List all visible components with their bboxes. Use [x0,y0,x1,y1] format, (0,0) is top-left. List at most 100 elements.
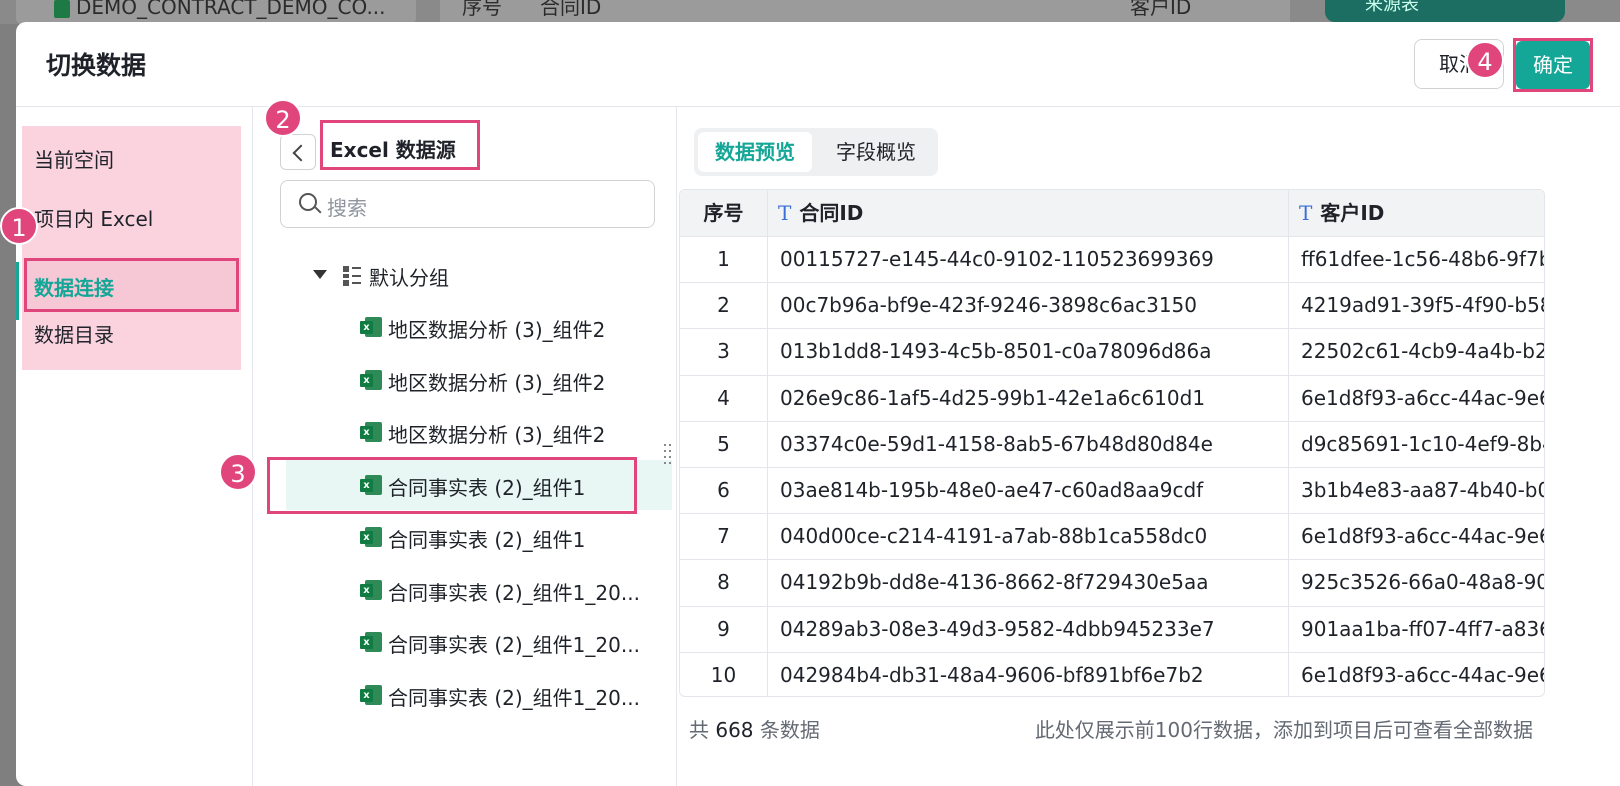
dialog-title: 切换数据 [46,51,147,80]
excel-file-icon: x [360,632,382,652]
tab-data-preview[interactable]: 数据预览 [698,132,812,172]
left-divider [252,107,253,786]
column-separator [1288,190,1289,696]
cell-contract-id: 040d00ce-c214-4191-a7ab-88b1ca558dc0 [780,524,1208,549]
excel-file-icon: x [360,579,382,600]
cell-index: 10 [710,662,737,687]
cell-contract-id: 00115727-e145-44c0-9102-110523699369 [780,247,1214,271]
excel-file-icon: x [360,422,382,442]
preview-note: 此处仅展示前100行数据，添加到项目后可查看全部数据 [1034,718,1533,742]
file-item-label: 地区数据分析 (3)_组件2 [388,318,606,342]
column-separator [767,190,768,696]
cell-customer-id: 4219ad91-39f5-4f90-b58 [1301,293,1545,318]
search-input[interactable]: 搜索 [280,180,655,228]
background-file-name: DEMO_CONTRACT_DEMO_CO... [76,0,386,19]
file-item[interactable]: x 合同事实表 (2)_组件1 [286,512,672,562]
nav-active-indicator [16,262,19,320]
table-row: 5 03374c0e-59d1-4158-8ab5-67b48d80d84e d9c… [680,420,1545,468]
cell-index: 8 [717,570,730,595]
caret-down-icon [313,270,327,279]
cell-customer-id: 901aa1ba-ff07-4ff7-a836 [1301,616,1545,641]
header-divider [16,106,1620,107]
excel-file-icon [54,0,70,18]
background-table-header: 序号 合同ID 客户ID [440,0,1290,24]
cell-customer-id: 6e1d8f93-a6cc-44ac-9e6 [1301,385,1545,410]
selected-file-highlight [267,457,637,514]
source-title: Excel 数据源 [330,138,456,162]
step-badge-3: 3 [219,453,257,491]
file-item-label: 合同事实表 (2)_组件1 [388,528,586,552]
column-header-index: 序号 [680,190,767,236]
confirm-button[interactable]: 确定 [1516,41,1590,89]
column-header-contract-id: T 合同ID [768,190,1288,236]
file-item[interactable]: x 地区数据分析 (3)_组件2 [286,355,672,405]
search-placeholder: 搜索 [327,196,367,220]
cell-index: 1 [717,247,730,271]
file-item[interactable]: x 合同事实表 (2)_组件1_20... [286,670,672,720]
file-item-label: 合同事实表 (2)_组件1_20... [388,633,640,657]
row-count: 共 668 条数据 [689,714,820,743]
background-file-tab: DEMO_CONTRACT_DEMO_CO... [16,0,416,24]
nav-item-data-connection-label: 数据连接 [34,276,114,300]
cell-index: 4 [717,385,730,410]
cell-customer-id: 3b1b4e83-aa87-4b40-b0 [1301,478,1545,502]
search-icon [299,193,317,211]
cell-index: 7 [717,524,730,549]
cell-customer-id: 925c3526-66a0-48a8-909 [1301,570,1545,595]
group-label: 默认分组 [369,266,449,290]
file-item[interactable]: x 合同事实表 (2)_组件1_20... [286,617,672,667]
table-row: 1 00115727-e145-44c0-9102-110523699369 ff6… [680,236,1545,283]
cell-contract-id: 013b1dd8-1493-4c5b-8501-c0a78096d86a [780,339,1212,364]
column-header-customer-id: T 客户ID [1289,190,1544,236]
file-item[interactable]: x 地区数据分析 (3)_组件2 [286,407,672,457]
background-col-contract: 合同ID [540,0,602,19]
excel-file-icon: x [360,684,382,705]
cell-index: 9 [717,616,730,641]
table-row: 4 026e9c86-1af5-4d25-99b1-42e1a6c610d1 6e1… [680,374,1545,422]
background-col-index: 序号 [462,0,502,19]
table-row: 10 042984b4-db31-48a4-9606-bf891bf6e7b2 6e… [680,651,1545,696]
cell-customer-id: 22502c61-4cb9-4a4b-b2 [1301,339,1545,364]
cell-contract-id: 03ae814b-195b-48e0-ae47-c60ad8aa9cdf [780,478,1204,502]
cell-index: 5 [717,431,730,456]
background-source-label: 来源表 [1365,0,1419,15]
cell-contract-id: 042984b4-db31-48a4-9606-bf891bf6e7b2 [780,662,1204,687]
table-row: 2 00c7b96a-bf9e-423f-9246-3898c6ac3150 421… [680,282,1545,329]
cell-contract-id: 03374c0e-59d1-4158-8ab5-67b48d80d84e [780,431,1213,456]
background-source-button: 来源表 [1325,0,1565,22]
file-item[interactable]: x 地区数据分析 (3)_组件2 [286,302,672,352]
row-count-prefix: 共 [689,718,709,742]
table-row: 7 040d00ce-c214-4191-a7ab-88b1ca558dc0 6e1… [680,513,1544,560]
preview-tabs: 数据预览 字段概览 [694,128,938,176]
background-strip: DEMO_CONTRACT_DEMO_CO... 序号 合同ID 客户ID 来源… [0,0,1620,24]
cell-customer-id: d9c85691-1c10-4ef9-8b4 [1301,431,1545,456]
column-header-contract-id-label: 合同ID [799,201,864,225]
cell-index: 3 [717,339,730,364]
tab-field-overview[interactable]: 字段概览 [818,132,934,172]
cell-contract-id: 04192b9b-dd8e-4136-8662-8f729430e5aa [780,570,1209,595]
text-type-icon: T [778,201,792,225]
group-list-icon [343,266,361,286]
row-count-suffix: 条数据 [759,718,820,742]
nav-item-project-excel[interactable]: 项目内 Excel [34,203,153,232]
cell-contract-id: 026e9c86-1af5-4d25-99b1-42e1a6c610d1 [780,385,1206,410]
cell-index: 6 [717,478,730,502]
excel-file-icon: x [360,369,382,390]
row-count-value: 668 [715,718,754,742]
nav-item-current-space[interactable]: 当前空间 [34,144,114,173]
cell-contract-id: 04289ab3-08e3-49d3-9582-4dbb945233e7 [780,616,1215,641]
file-item-label: 地区数据分析 (3)_组件2 [388,423,606,447]
file-item-label: 合同事实表 (2)_组件1_20... [388,580,640,605]
cell-customer-id: 6e1d8f93-a6cc-44ac-9e6 [1301,662,1545,687]
preview-table: 序号 T 合同ID T 客户ID 1 00115727-e145-44c0-9102-… [679,189,1545,697]
back-button[interactable] [280,134,316,170]
nav-item-data-catalog[interactable]: 数据目录 [34,319,114,348]
middle-divider [676,107,677,786]
column-header-customer-id-label: 客户ID [1320,201,1385,225]
file-item[interactable]: x 合同事实表 (2)_组件1_20... [286,565,672,615]
resize-handle[interactable] [664,444,676,466]
file-item-label: 地区数据分析 (3)_组件2 [388,370,606,395]
cell-index: 2 [717,293,730,318]
cell-customer-id: ff61dfee-1c56-48b6-9f7b [1301,247,1545,271]
step-badge-4: 4 [1466,41,1504,79]
